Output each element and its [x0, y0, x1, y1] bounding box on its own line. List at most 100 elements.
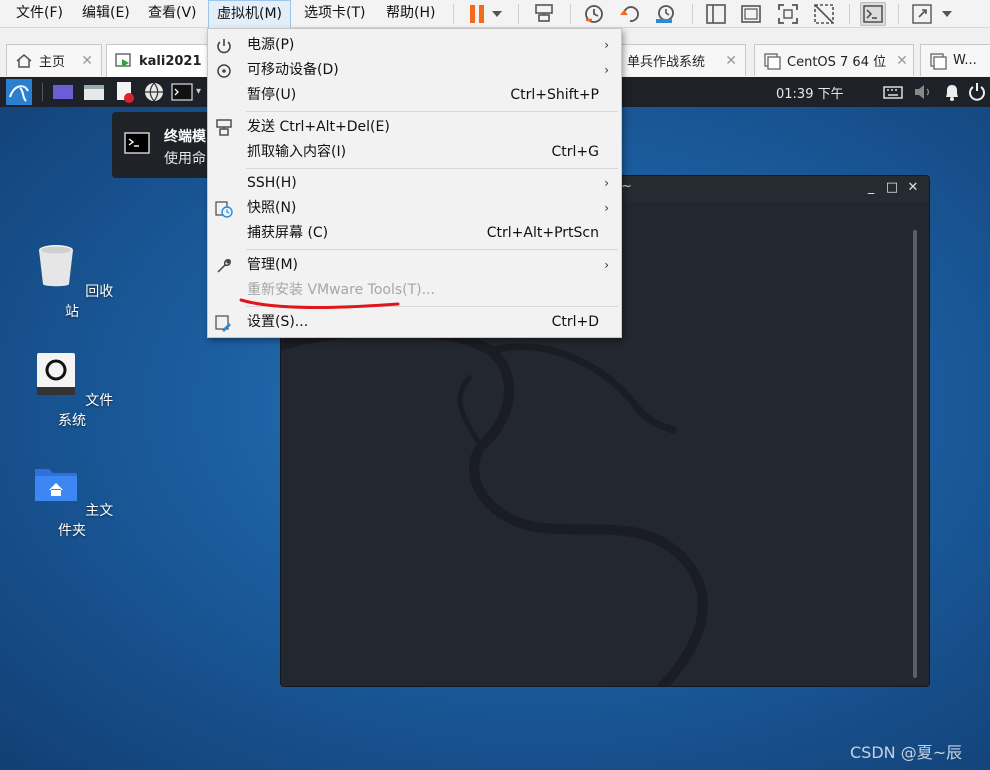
vm-icon	[930, 52, 947, 70]
menu-item-label: 暂停(U)	[247, 87, 297, 103]
tab-home[interactable]: 主页 ✕	[6, 44, 102, 76]
desktop-icon-trash[interactable]: 回收站	[27, 240, 117, 321]
drive-icon	[36, 353, 75, 395]
toolbar-separator	[570, 4, 571, 24]
chevron-right-icon: ›	[604, 38, 609, 52]
menu-item-shortcut: Ctrl+G	[551, 144, 600, 160]
tab-kali2021[interactable]: kali2021	[106, 44, 218, 77]
menu-item-label: 捕获屏幕 (C)	[247, 225, 329, 241]
menu-item-removable-devices[interactable]: 可移动设备(D) ›	[208, 58, 621, 83]
web-browser-icon[interactable]	[143, 81, 165, 103]
menu-item-shortcut: Ctrl+Shift+P	[510, 87, 599, 103]
file-manager-icon[interactable]	[83, 81, 105, 103]
vm-icon	[764, 52, 781, 70]
dropdown-caret-icon[interactable]	[938, 2, 956, 26]
tab-label: W...	[953, 53, 977, 68]
menu-tabs[interactable]: 选项卡(T)	[296, 0, 373, 28]
menu-item-grab-input[interactable]: 抓取输入内容(I) Ctrl+G	[208, 140, 621, 165]
unity-icon[interactable]	[811, 2, 837, 26]
text-editor-icon[interactable]	[114, 81, 136, 103]
close-icon[interactable]: ✕	[71, 53, 93, 69]
volume-icon[interactable]	[912, 81, 934, 103]
multi-view-icon[interactable]	[738, 2, 764, 26]
menu-item-snapshot[interactable]: 快照(N) ›	[208, 196, 621, 221]
fullscreen-icon[interactable]	[775, 2, 801, 26]
single-view-icon[interactable]	[703, 2, 729, 26]
dropdown-caret-icon[interactable]	[488, 2, 506, 26]
wrench-icon	[217, 259, 231, 273]
menu-view[interactable]: 查看(V)	[140, 0, 205, 28]
menu-vm[interactable]: 虚拟机(M)	[208, 0, 292, 28]
vm-dropdown-menu: 电源(P) › 可移动设备(D) › 暂停(U) Ctrl+Shift+P 发送…	[207, 28, 622, 338]
chevron-right-icon: ›	[604, 201, 609, 215]
terminal-scrollbar[interactable]	[913, 230, 917, 678]
menu-item-send-ctrl-alt-del[interactable]: 发送 Ctrl+Alt+Del(E)	[208, 115, 621, 140]
kali-menu-icon[interactable]	[6, 79, 32, 105]
chevron-right-icon: ›	[604, 63, 609, 77]
terminal-icon	[124, 132, 150, 154]
red-underline-annotation	[239, 298, 400, 309]
trash-icon	[38, 245, 73, 287]
panel-clock[interactable]: 01:39 下午	[776, 83, 844, 102]
home-folder-icon	[34, 469, 77, 501]
menu-item-label: 发送 Ctrl+Alt+Del(E)	[247, 119, 390, 135]
settings-icon	[215, 315, 231, 332]
console-icon[interactable]	[860, 2, 886, 26]
csdn-watermark: CSDN @夏~辰	[850, 743, 963, 762]
menu-item-power[interactable]: 电源(P) ›	[208, 33, 621, 58]
snapshot-manager-icon[interactable]	[652, 2, 678, 26]
tab-vm-3[interactable]: 单兵作战系统 ✕	[618, 44, 746, 76]
tab-label: 单兵作战系统	[627, 55, 706, 70]
send-keys-icon	[216, 119, 232, 136]
menu-item-label: 可移动设备(D)	[247, 62, 339, 78]
menu-item-capture-screen[interactable]: 捕获屏幕 (C) Ctrl+Alt+PrtScn	[208, 221, 621, 246]
toolbar-separator	[898, 4, 899, 24]
menu-item-pause[interactable]: 暂停(U) Ctrl+Shift+P	[208, 83, 621, 108]
desktop-icon-home-folder[interactable]: 主文件夹	[27, 459, 117, 540]
chevron-right-icon: ›	[604, 258, 609, 272]
snapshot-icon[interactable]	[581, 2, 607, 26]
menu-item-label: 抓取输入内容(I)	[247, 144, 347, 160]
tab-label: CentOS 7 64 位	[787, 55, 887, 70]
menu-edit[interactable]: 编辑(E)	[74, 0, 138, 28]
power-icon	[217, 39, 231, 54]
menu-item-manage[interactable]: 管理(M) ›	[208, 253, 621, 278]
removable-device-icon	[217, 64, 231, 78]
menu-separator	[246, 168, 618, 169]
panel-separator	[42, 83, 43, 101]
toolbar-separator	[518, 4, 519, 24]
menu-item-label: SSH(H)	[247, 175, 297, 191]
terminal-icon[interactable]	[171, 81, 193, 103]
vmware-menubar: 文件(F) 编辑(E) 查看(V) 虚拟机(M) 选项卡(T) 帮助(H)	[0, 0, 990, 28]
close-icon[interactable]: ✕	[886, 53, 908, 69]
snapshot-icon	[215, 201, 233, 218]
notification-bell-icon[interactable]	[941, 81, 963, 103]
stretch-icon[interactable]	[909, 2, 935, 26]
tab-centos[interactable]: CentOS 7 64 位 ✕	[754, 44, 914, 76]
toolbar-separator	[849, 4, 850, 24]
notification-title: 终端模	[164, 129, 206, 145]
menu-item-label: 管理(M)	[247, 257, 299, 273]
chevron-down-icon[interactable]: ▾	[196, 86, 201, 97]
close-icon[interactable]: ✕	[715, 53, 737, 69]
tab-label: kali2021	[139, 53, 202, 69]
power-icon[interactable]	[966, 81, 988, 103]
tab-vm-5[interactable]: W...	[920, 44, 990, 76]
menu-item-shortcut: Ctrl+D	[551, 314, 599, 330]
vm-running-icon	[115, 53, 131, 67]
menu-file[interactable]: 文件(F)	[8, 0, 71, 28]
pause-icon[interactable]	[464, 2, 490, 26]
menu-separator	[246, 249, 618, 250]
send-ctrl-alt-del-icon[interactable]	[531, 2, 557, 26]
notification-body: 使用命	[164, 151, 206, 167]
menu-help[interactable]: 帮助(H)	[378, 0, 443, 28]
desktop-icon-filesystem[interactable]: 文件系统	[27, 349, 117, 430]
revert-snapshot-icon[interactable]	[617, 2, 643, 26]
show-desktop-icon[interactable]	[52, 81, 74, 103]
menu-item-ssh[interactable]: SSH(H) ›	[208, 171, 621, 196]
menu-separator	[246, 111, 618, 112]
menu-item-label: 快照(N)	[247, 200, 297, 216]
toolbar-separator	[453, 4, 454, 24]
keyboard-icon[interactable]	[882, 81, 904, 103]
menu-item-label: 电源(P)	[247, 37, 295, 53]
